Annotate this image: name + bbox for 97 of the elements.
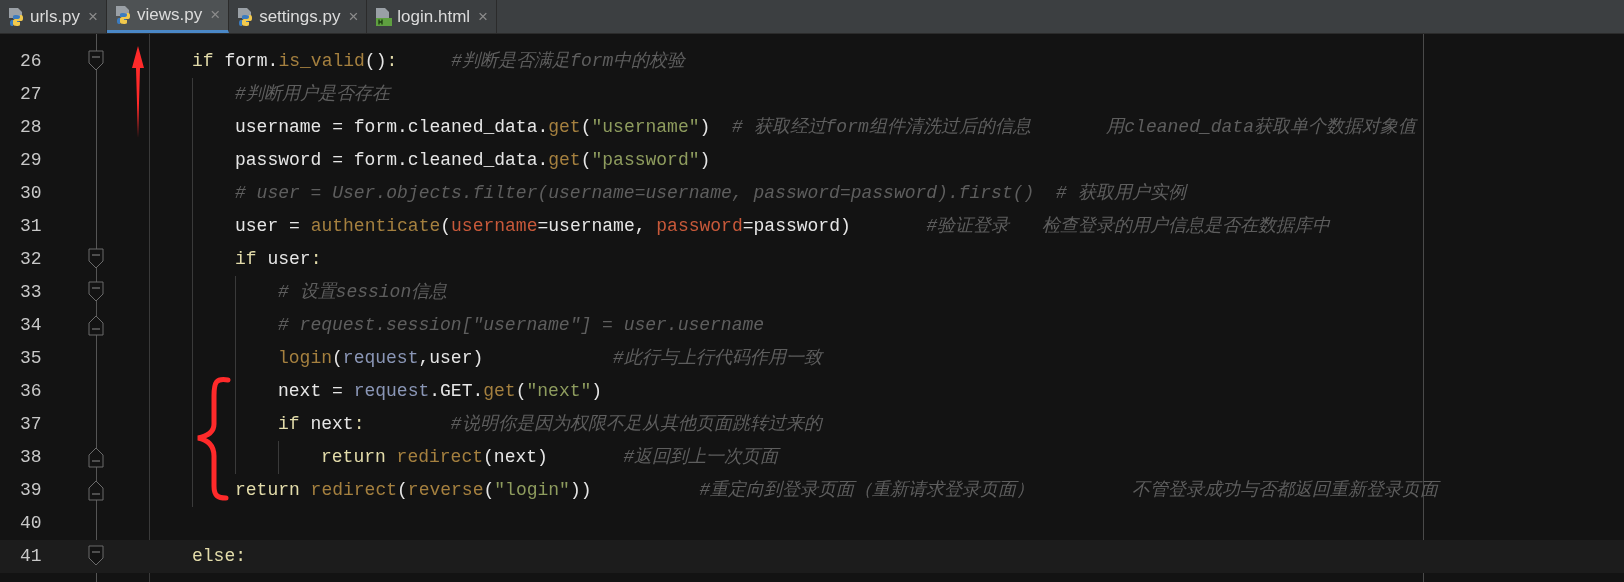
line-number: 28 <box>19 116 43 139</box>
code-text: .GET. <box>429 380 484 403</box>
code-text: ( <box>515 380 527 403</box>
editor-tab[interactable]: login.html × <box>367 0 498 33</box>
line-number: 31 <box>19 215 43 238</box>
line-number: 34 <box>19 314 43 337</box>
code-text: password = form.cleaned_data. <box>235 149 549 172</box>
keyword-token: else <box>192 545 236 568</box>
fold-collapse-icon[interactable] <box>88 50 104 72</box>
parameter-token: username <box>451 215 538 238</box>
line-number: 27 <box>19 83 43 106</box>
editor-tab[interactable]: views.py × <box>107 0 230 33</box>
line-number: 38 <box>19 446 43 469</box>
fold-end-icon[interactable] <box>88 314 104 336</box>
keyword-token: if <box>192 50 214 73</box>
code-text: (next) <box>483 446 548 469</box>
code-text: next = <box>278 380 344 403</box>
code-text: ( <box>580 149 592 172</box>
code-text: username = form.cleaned_data. <box>235 116 549 139</box>
keyword-token: if <box>235 248 257 271</box>
string-literal: "password" <box>591 149 700 172</box>
string-literal: "username" <box>591 116 700 139</box>
keyword-token: : <box>310 248 322 271</box>
function-token: is_valid <box>278 50 365 73</box>
code-text: form. <box>223 50 279 73</box>
function-token: reverse <box>407 479 484 502</box>
code-text: user <box>266 248 311 271</box>
code-text: ( <box>332 347 343 370</box>
line-number: 26 <box>19 50 43 73</box>
code-comment: #说明你是因为权限不足从其他页面跳转过来的 <box>449 413 822 436</box>
string-literal: "next" <box>526 380 592 403</box>
editor-tab[interactable]: settings.py × <box>229 0 368 33</box>
fold-end-icon[interactable] <box>88 446 104 468</box>
code-text: ( <box>397 479 408 502</box>
close-icon[interactable]: × <box>88 3 98 30</box>
code-text: ( <box>440 215 452 238</box>
code-text: =password) <box>742 215 851 238</box>
function-token: login <box>278 347 332 370</box>
code-comment: #此行与上行代码作用一致 <box>611 347 822 370</box>
object-token: request <box>342 347 419 370</box>
code-text: )) <box>569 479 592 502</box>
code-text: ) <box>591 380 603 403</box>
code-text: ) <box>699 116 711 139</box>
code-comment: # 设置session信息 <box>278 281 448 304</box>
tab-label: settings.py <box>259 5 341 28</box>
keyword-token: : <box>353 413 365 436</box>
keyword-token: : <box>235 545 247 568</box>
code-text: ,user) <box>418 347 484 370</box>
line-number: 35 <box>19 347 43 370</box>
tab-label: login.html <box>397 5 471 28</box>
line-number: 30 <box>19 182 43 205</box>
close-icon[interactable]: × <box>348 3 359 30</box>
line-number: 33 <box>19 281 43 304</box>
line-number: 40 <box>19 512 43 535</box>
function-token: get <box>548 116 581 139</box>
code-comment: # request.session["username"] = user.username <box>278 314 765 337</box>
code-text: user = <box>235 215 301 238</box>
function-token: authenticate <box>310 215 441 238</box>
line-number: 29 <box>19 149 43 172</box>
code-text: ) <box>699 149 711 172</box>
keyword-token: : <box>386 50 398 73</box>
code-text: ( <box>483 479 495 502</box>
function-token: redirect <box>309 479 398 502</box>
code-text: =username, <box>537 215 647 238</box>
code-comment: # 获取经过form组件清洗过后的信息 用cleaned_data获取单个数据对象值 <box>730 116 1416 139</box>
fold-collapse-icon[interactable] <box>88 545 104 567</box>
parameter-token: password <box>656 215 743 238</box>
line-number: 41 <box>19 545 43 568</box>
function-token: get <box>548 149 581 172</box>
line-number: 37 <box>19 413 43 436</box>
fold-end-icon[interactable] <box>88 479 104 501</box>
string-literal: "login" <box>494 479 570 502</box>
tab-label: urls.py <box>30 5 81 28</box>
line-number: 36 <box>19 380 43 403</box>
keyword-token: if <box>278 413 300 436</box>
function-token: get <box>483 380 516 403</box>
line-number: 39 <box>19 479 43 502</box>
line-number: 32 <box>19 248 43 271</box>
code-text: ( <box>580 116 592 139</box>
code-text: () <box>364 50 387 73</box>
html-file-icon <box>375 6 394 27</box>
keyword-token: return <box>235 479 300 502</box>
function-token: redirect <box>395 446 484 469</box>
code-comment: #返回到上一次页面 <box>622 446 779 469</box>
fold-collapse-icon[interactable] <box>88 281 104 303</box>
python-file-icon <box>8 6 26 27</box>
fold-collapse-icon[interactable] <box>88 248 104 270</box>
code-comment: # user = User.objects.filter(username=username, password=password).first() # 获取用户实例 <box>235 182 1186 205</box>
code-comment: #验证登录 检查登录的用户信息是否在数据库中 <box>925 215 1330 238</box>
code-comment: #判断用户是否存在 <box>235 83 390 106</box>
code-text: next <box>309 413 354 436</box>
object-token: request <box>353 380 430 403</box>
keyword-token: return <box>321 446 386 469</box>
close-icon[interactable]: × <box>478 3 489 30</box>
tab-label: views.py <box>137 4 203 27</box>
code-comment: #判断是否满足form中的校验 <box>450 50 686 73</box>
python-file-icon <box>115 5 133 25</box>
